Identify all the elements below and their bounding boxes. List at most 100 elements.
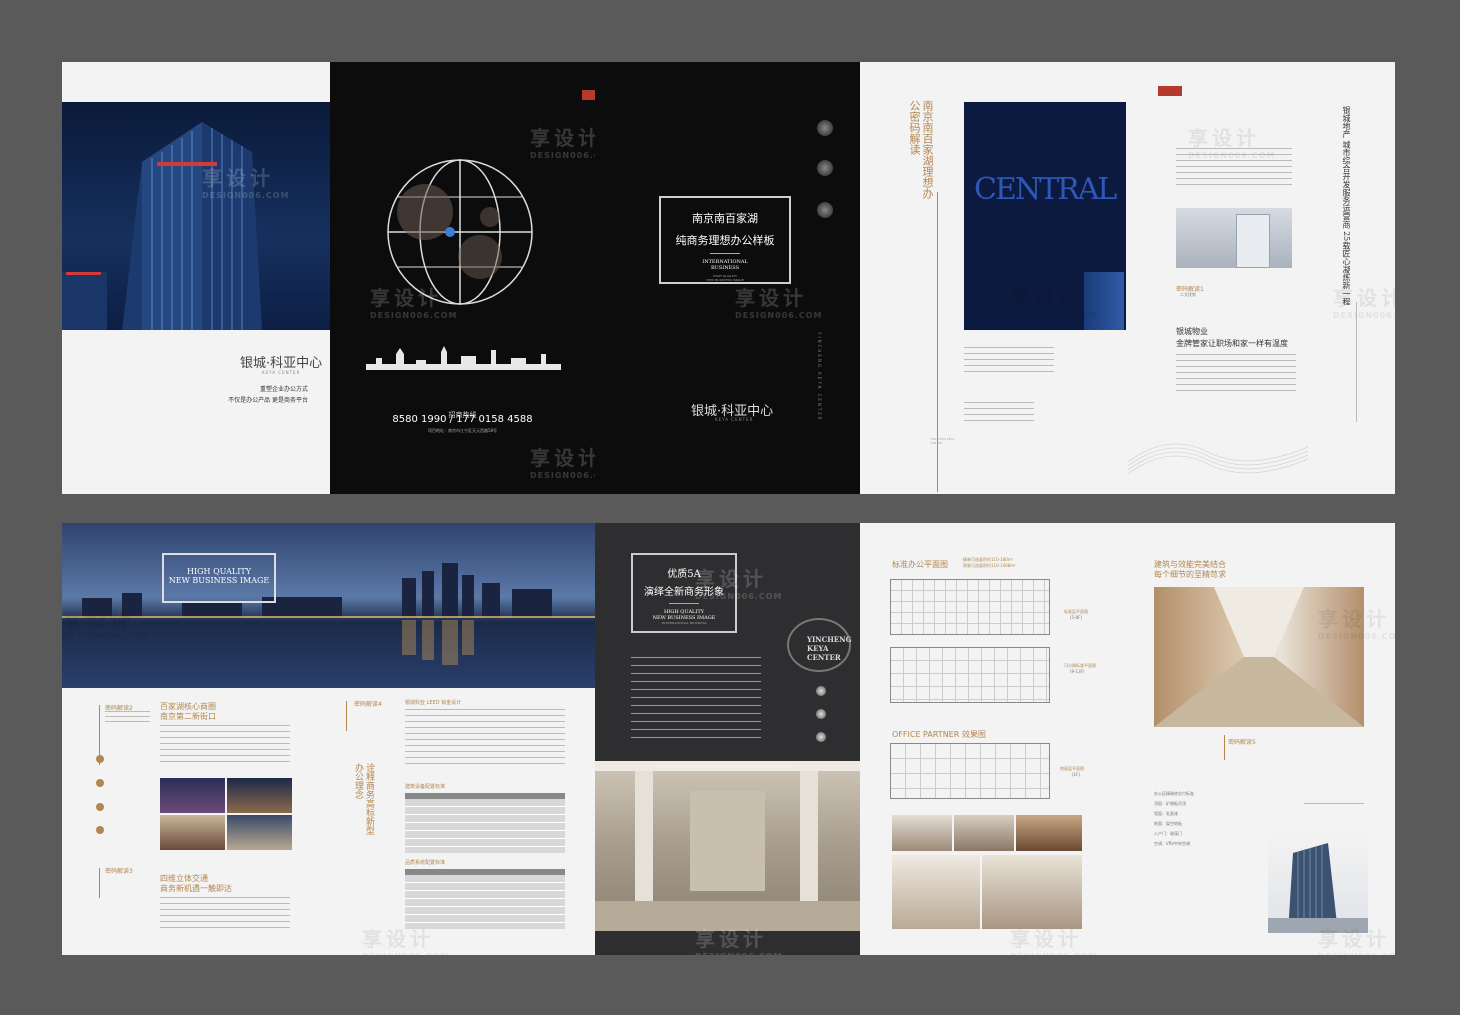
cover-title-line1: 南京南百家湖 [692,212,758,225]
highlight-text: 银城科亚 LEED 铂金设计 [405,700,462,706]
panel-building-cover: 享设计DESIGN006.COM 银城·科亚中心 KEYA CENTER 重塑企… [62,62,330,494]
gold-rule [346,701,347,731]
table1-title: 建筑设备配置标准 [405,784,446,790]
corridor-photo [1154,587,1364,727]
cover-title-box: 南京南百家湖 纯商务理想办公样板 INTERNATIONAL BUSINESS … [659,196,791,284]
spec-table-2 [405,869,565,929]
brand-logo-en: KEYA CENTER [262,370,301,375]
lobby-sub-en3: INTERNATIONAL BUSINESS [661,621,707,625]
code3-paragraph [160,897,290,931]
city-overlay-en2: NEW BUSINESS IMAGE [168,576,270,585]
slogan-line1: 重塑企业办公方式 [259,386,308,393]
intro-vertical-title: 南京南百家湖理想办公密码解读 [908,100,934,199]
floor-label6: (1F) [1072,772,1080,777]
floorplan-note2: 简装可选面积约110-1408m² [963,563,1016,568]
city-overlay-en1: HIGH QUALITY [187,567,251,576]
corridor-illustration [1154,587,1364,727]
gold-rule [99,868,100,898]
watermark: 享设计DESIGN006.COM [735,286,823,320]
brochure-sheet-inner: HIGH QUALITY NEW BUSINESS IMAGE 密码解读2 密码… [62,523,1395,955]
panel-intro: 南京南百家湖理想办公密码解读 CENTRAL YINCHENG KEYA CEN… [860,62,1128,494]
city-skyline-photo: HIGH QUALITY NEW BUSINESS IMAGE [62,523,595,688]
watermark: 享设计DESIGN006.COM [530,446,595,480]
cover-sub-en4: NEW BUSINESS IMAGE [706,278,744,282]
company-vertical-title: 银城地产 城市综合开发服务运营商 25载匠心凝炼新一程 [1342,106,1351,306]
gold-rule [937,192,938,492]
lobby-spec-list [631,657,761,745]
floor-label2: (5-8F) [1070,615,1082,620]
cover-vertical-en: YINCHENG KEYA CENTER [817,332,822,422]
gold-rule [1224,735,1225,760]
brand-small-logo [1158,86,1182,96]
floor-label4: (9-13F) [1070,669,1085,674]
tower-photo [1268,833,1368,933]
floorplan-drawing-3 [890,743,1050,799]
code3-title2: 商务新机遇一触即达 [160,884,232,893]
company-paragraph [1176,148,1292,188]
slogan-line2: 不仅是办公产品 更是商务平台 [228,397,308,404]
panel-city: HIGH QUALITY NEW BUSINESS IMAGE 密码解读2 密码… [62,523,595,955]
code1-sub: 二大优势 [1180,292,1196,297]
floorplan-drawing-2 [890,647,1050,703]
floorplan-title2: OFFICE PARTNER 效果图 [892,730,986,739]
plane-icon [96,826,104,834]
brand-logo: 银城·科亚中心 [240,356,323,371]
road-icon [96,803,104,811]
company-building-photo [1176,208,1292,268]
commerce-photo-3 [160,815,225,850]
commerce-photo-1 [160,778,225,813]
lobby-title1: 优质5A [667,569,701,580]
metro-icon [96,755,104,763]
office-photo-3 [1016,815,1082,851]
wave-lines-graphic [1128,443,1308,475]
globe-icon [816,709,826,719]
code3-label: 密码解读3 [105,868,133,875]
panel-back-cover: 招商热线 8580 1990 / 177 0158 4588 项目地址：南京市江… [330,62,595,494]
bus-icon [96,779,104,787]
spec-line2: 墙面：乳胶漆 [1154,811,1178,816]
globe-icon [816,732,826,742]
panel-front-cover: 南京南百家湖 纯商务理想办公样板 INTERNATIONAL BUSINESS … [595,62,860,494]
lobby-title-box: 优质5A 演绎全新商务形象 HIGH QUALITY NEW BUSINESS … [631,553,737,633]
brochure-sheet-outer: 享设计DESIGN006.COM 银城·科亚中心 KEYA CENTER 重塑企… [62,62,1395,494]
cover-divider [710,253,740,254]
cover-title-line2: 纯商务理想办公样板 [675,234,775,247]
globe-icon [817,120,833,136]
floorplan-drawing-1 [890,579,1050,635]
rule-line [1304,803,1364,804]
office-photo-4 [892,855,980,929]
panel-floorplan: 标准办公平面图 精装可选面积约110-180m² 简装可选面积约110-1408… [860,523,1128,955]
spec-line3: 地面：架空地板 [1154,821,1182,826]
city-skyline-graphic [366,346,561,370]
intro-foot-en: YINCHENG KEYA CENTER [930,437,955,445]
commerce-photo-2 [227,778,292,813]
tower-shape [1236,214,1270,268]
hotline-numbers: 8580 1990 / 177 0158 4588 [392,414,533,425]
rule-line [1356,302,1357,422]
city-overlay-box: HIGH QUALITY NEW BUSINESS IMAGE [162,553,276,603]
central-poster: CENTRAL [964,102,1126,330]
office-photo-2 [954,815,1014,851]
cover-sub-en2: BUSINESS [710,265,740,271]
spec-line4: 入户门：玻璃门 [1154,831,1182,836]
property-title2: 金牌管家让职场和家一样有温度 [1176,339,1288,348]
code2-paragraph [160,725,290,763]
spec-paragraph [405,709,565,769]
spec-table-1 [405,793,565,853]
panel-architecture: 建筑与效能完美结合 每个细节的至精苛求 密码解读5 办公区精装修交付标准 顶面：… [1128,523,1395,955]
lobby-divider [669,603,699,604]
spec-title: 办公区精装修交付标准 [1154,791,1194,796]
panel-company: 密码解读1 二大优势 银城物业 金牌管家让职场和家一样有温度 银城地产 城市综合… [1128,62,1395,494]
floorplan-title1: 标准办公平面图 [892,560,948,569]
code2-sub [105,711,150,723]
code4-vertical: 诠释商务高标新型办公理念 [353,763,374,835]
globe-icon [817,160,833,176]
lobby-badge-en: YINCHENG KEYA CENTER [807,635,852,662]
cover-brand-en: KEYA CENTER [715,417,754,422]
property-paragraph [1176,354,1296,394]
code2-title2: 南京第二新街口 [160,712,216,721]
intro-paragraph2 [964,402,1034,422]
brand-small-logo [582,90,595,100]
intro-paragraph [964,347,1054,377]
panel-lobby: 优质5A 演绎全新商务形象 HIGH QUALITY NEW BUSINESS … [595,523,860,955]
